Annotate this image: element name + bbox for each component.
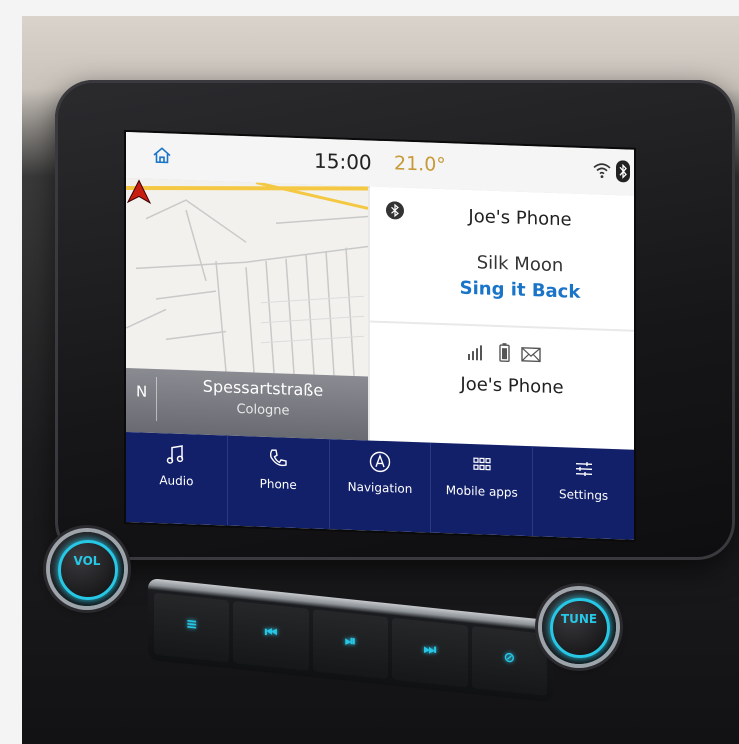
next-track-button[interactable]: ⏭ bbox=[392, 617, 468, 688]
phone-panel[interactable]: Joe's Phone bbox=[370, 322, 634, 450]
outside-temperature: 21.0° bbox=[394, 152, 446, 177]
play-pause-button[interactable]: ⏯ bbox=[312, 609, 389, 680]
navigation-icon bbox=[369, 451, 391, 473]
clock: 15:00 bbox=[314, 148, 372, 175]
screen-off-button[interactable]: ⊘ bbox=[471, 626, 548, 696]
nav-label: Navigation bbox=[347, 479, 413, 496]
nav-phone[interactable]: Phone bbox=[227, 435, 330, 530]
bluetooth-icon bbox=[386, 201, 404, 220]
tune-knob[interactable]: TUNE bbox=[542, 590, 616, 664]
nav-settings[interactable]: Settings bbox=[533, 446, 634, 540]
nav-audio[interactable]: Audio bbox=[126, 432, 228, 526]
apps-grid-icon bbox=[473, 457, 491, 471]
street-name: Spessartstraße bbox=[202, 376, 324, 400]
nav-mobile-apps[interactable]: Mobile apps bbox=[431, 442, 534, 537]
equalizer-button[interactable]: ≡ bbox=[154, 592, 230, 663]
message-icon bbox=[521, 347, 541, 363]
media-device-name: Joe's Phone bbox=[468, 205, 572, 231]
nav-label: Settings bbox=[558, 487, 609, 503]
compass[interactable]: N bbox=[136, 382, 147, 400]
wifi-icon bbox=[593, 163, 611, 179]
nav-label: Mobile apps bbox=[445, 483, 518, 500]
music-note-icon bbox=[167, 445, 184, 464]
infotainment-screen: 15:00 21.0° N Spessartstraße Cologne Joe… bbox=[126, 132, 634, 540]
previous-track-button[interactable]: ⏮ bbox=[233, 600, 309, 671]
signal-icon bbox=[468, 345, 482, 361]
map-view[interactable]: N Spessartstraße Cologne bbox=[126, 178, 368, 441]
settings-sliders-icon bbox=[575, 462, 592, 477]
artist-name: Silk Moon bbox=[476, 252, 564, 277]
nav-label: Audio bbox=[159, 473, 194, 489]
song-title: Sing it Back bbox=[459, 277, 581, 303]
bottom-nav: Audio Phone Navigation Mobile apps Setti… bbox=[126, 432, 634, 540]
phone-device-name: Joe's Phone bbox=[460, 373, 564, 399]
knob-ring bbox=[550, 598, 610, 658]
home-icon[interactable] bbox=[152, 145, 172, 166]
street-info-bar: N Spessartstraße Cologne bbox=[126, 368, 368, 441]
tune-label: TUNE bbox=[560, 612, 598, 626]
volume-knob[interactable]: VOL bbox=[50, 532, 124, 606]
battery-icon bbox=[499, 343, 510, 363]
nav-label: Phone bbox=[259, 476, 297, 492]
nav-navigation[interactable]: Navigation bbox=[329, 439, 432, 533]
city-name: Cologne bbox=[236, 401, 290, 419]
position-arrow-icon bbox=[126, 179, 152, 205]
bluetooth-icon bbox=[616, 160, 630, 183]
phone-status-icons bbox=[468, 343, 541, 363]
knob-ring bbox=[58, 540, 118, 600]
volume-label: VOL bbox=[73, 554, 101, 568]
media-panel[interactable]: Joe's Phone Silk Moon Sing it Back bbox=[370, 186, 634, 330]
divider bbox=[156, 377, 157, 422]
phone-icon bbox=[270, 449, 287, 467]
